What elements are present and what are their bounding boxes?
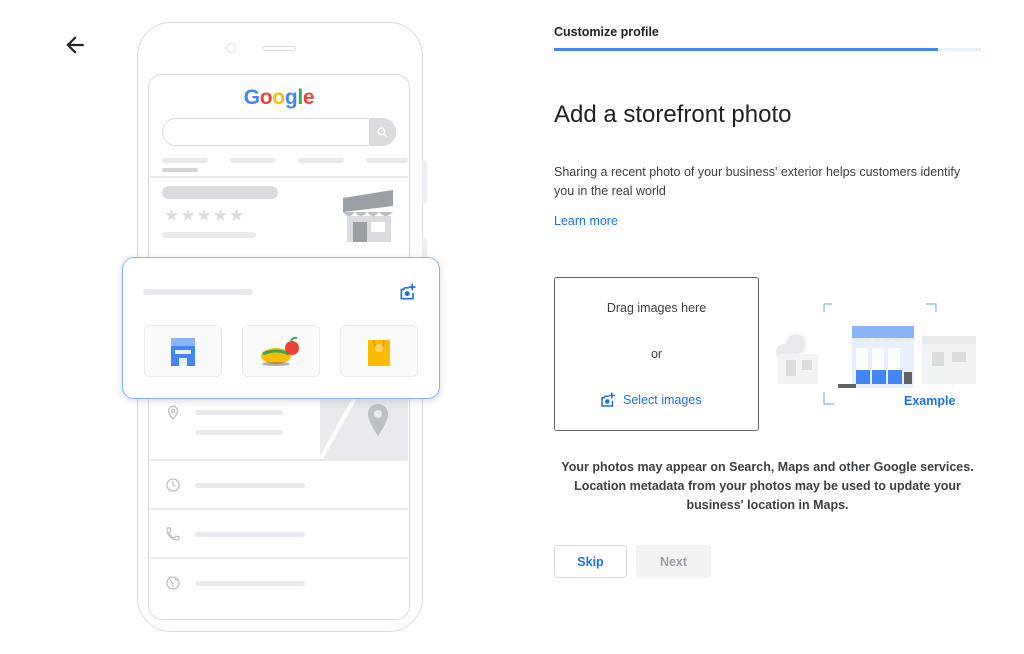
add-photo-icon — [400, 283, 416, 300]
clock-icon — [166, 478, 180, 492]
example-label: Example — [904, 394, 956, 408]
dropzone-text: Drag images here — [606, 301, 707, 315]
phone-side-button — [422, 160, 427, 204]
select-images-button[interactable]: Select images — [599, 390, 702, 410]
photo-thumbnail-food — [242, 325, 320, 377]
dropzone-or: or — [650, 347, 663, 361]
back-button[interactable] — [62, 32, 88, 58]
tab-indicator — [162, 168, 198, 172]
divider — [150, 176, 408, 178]
location-pin-icon — [167, 405, 179, 420]
next-button[interactable]: Next — [636, 545, 711, 578]
placeholder-line — [230, 158, 276, 163]
photo-thumbnail-storefront — [144, 325, 222, 377]
logo-letter: g — [284, 86, 298, 109]
photo-thumbnail-bag — [340, 325, 418, 377]
storefront-icon — [343, 190, 393, 242]
illustration-search-bar — [162, 118, 396, 146]
placeholder-line — [298, 158, 344, 163]
placeholder-line — [366, 158, 408, 163]
illustration-search-button — [369, 118, 396, 146]
logo-letter: G — [243, 86, 260, 109]
logo-letter: o — [272, 86, 285, 109]
placeholder-line — [195, 483, 305, 488]
page-title: Add a storefront photo — [554, 101, 792, 128]
divider — [150, 557, 408, 559]
phone-camera — [226, 43, 236, 53]
search-icon — [377, 126, 388, 137]
step-label: Customize profile — [554, 25, 659, 39]
divider — [150, 508, 408, 510]
placeholder-line — [162, 158, 208, 163]
progress-bar — [554, 48, 938, 51]
placeholder-line — [195, 532, 305, 537]
building-icon — [171, 338, 195, 366]
placeholder-line — [162, 232, 256, 238]
shopping-bag-icon — [368, 339, 390, 366]
placeholder-line — [162, 186, 278, 199]
skip-button[interactable]: Skip — [554, 545, 627, 578]
placeholder-line — [195, 410, 283, 415]
map-thumbnail — [318, 395, 408, 461]
photo-usage-notice: Your photos may appear on Search, Maps a… — [561, 460, 974, 512]
google-logo: Google — [150, 86, 408, 110]
phone-speaker — [262, 46, 296, 51]
logo-letter: o — [259, 86, 273, 109]
map-pin-icon — [318, 395, 388, 461]
placeholder-line — [195, 581, 305, 586]
placeholder-line — [195, 430, 283, 435]
rating-stars: ★★★★★ — [164, 206, 246, 225]
placeholder-line — [143, 289, 253, 295]
arrow-left-icon — [66, 36, 84, 54]
page-description: Sharing a recent photo of your business'… — [554, 165, 961, 198]
select-images-label: Select images — [623, 393, 702, 407]
divider — [150, 459, 408, 461]
food-icon — [261, 336, 299, 366]
phone-icon — [166, 527, 180, 541]
globe-icon — [166, 576, 180, 590]
learn-more-link[interactable]: Learn more — [554, 214, 618, 228]
logo-letter: e — [302, 86, 315, 109]
add-photo-icon — [601, 392, 615, 407]
